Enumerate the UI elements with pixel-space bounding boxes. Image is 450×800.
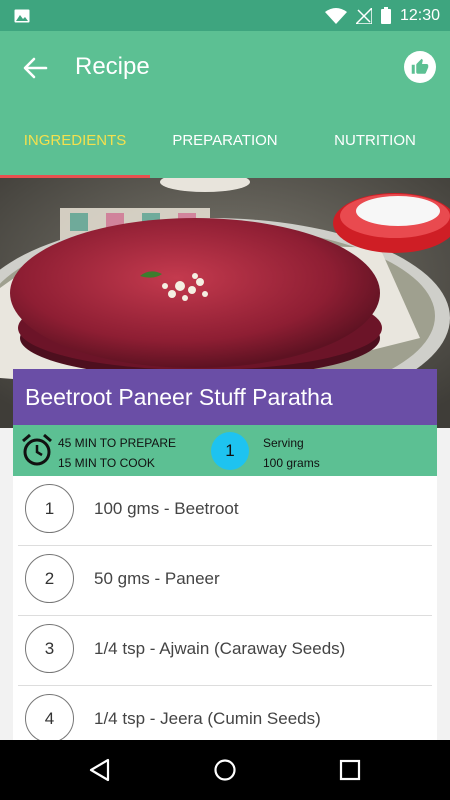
- nav-recents-icon[interactable]: [339, 759, 361, 781]
- thumbs-up-glyph-icon: [411, 58, 429, 74]
- recipe-info-bar: 45 MIN TO PREPARE 15 MIN TO COOK 1 Servi…: [13, 425, 437, 476]
- recipe-title: Beetroot Paneer Stuff Paratha: [25, 384, 333, 410]
- serving-label: Serving: [263, 436, 304, 450]
- alarm-clock-icon: [22, 433, 52, 466]
- thumbs-up-icon[interactable]: [404, 51, 436, 83]
- app-bar: Recipe INGREDIENTS PREPARATION NUTRITION: [0, 31, 450, 178]
- nav-home-icon[interactable]: [213, 758, 237, 782]
- ingredient-number: 3: [25, 624, 74, 673]
- serving-info: Serving 100 grams: [263, 433, 320, 473]
- battery-icon: [380, 7, 391, 24]
- tab-ingredients[interactable]: INGREDIENTS: [0, 116, 150, 178]
- tab-bar: INGREDIENTS PREPARATION NUTRITION: [0, 116, 450, 178]
- wifi-icon: [324, 7, 347, 24]
- ingredients-list: 1 100 gms - Beetroot 2 50 gms - Paneer 3…: [13, 476, 437, 740]
- ingredient-text: 1/4 tsp - Ajwain (Caraway Seeds): [94, 639, 346, 658]
- nav-back-icon[interactable]: [88, 758, 112, 782]
- ingredient-text: 50 gms - Paneer: [94, 569, 220, 588]
- ingredient-number: 1: [25, 484, 74, 533]
- serving-count-badge: 1: [211, 432, 249, 470]
- cook-time: 15 MIN TO COOK: [58, 456, 155, 470]
- list-item: 3 1/4 tsp - Ajwain (Caraway Seeds): [13, 616, 437, 686]
- status-time: 12:30: [399, 6, 440, 24]
- serving-size: 100 grams: [263, 456, 320, 470]
- tab-nutrition[interactable]: NUTRITION: [300, 116, 450, 178]
- list-item: 1 100 gms - Beetroot: [13, 476, 437, 546]
- system-nav-bar: [0, 740, 450, 800]
- ingredient-number: 2: [25, 554, 74, 603]
- ingredient-text: 100 gms - Beetroot: [94, 499, 239, 518]
- no-signal-icon: [355, 7, 372, 24]
- ingredient-text: 1/4 tsp - Jeera (Cumin Seeds): [94, 709, 321, 728]
- page-title: Recipe: [75, 53, 150, 80]
- recipe-title-bar: Beetroot Paneer Stuff Paratha: [13, 369, 437, 425]
- list-item: 2 50 gms - Paneer: [13, 546, 437, 616]
- time-info: 45 MIN TO PREPARE 15 MIN TO COOK: [58, 433, 176, 473]
- status-bar: 12:30: [0, 0, 450, 31]
- prepare-time: 45 MIN TO PREPARE: [58, 436, 177, 450]
- ingredient-number: 4: [25, 694, 74, 740]
- arrow-back-icon[interactable]: [22, 55, 48, 81]
- list-item: 4 1/4 tsp - Jeera (Cumin Seeds): [13, 686, 437, 740]
- tab-preparation[interactable]: PREPARATION: [150, 116, 300, 178]
- image-icon: [14, 9, 30, 23]
